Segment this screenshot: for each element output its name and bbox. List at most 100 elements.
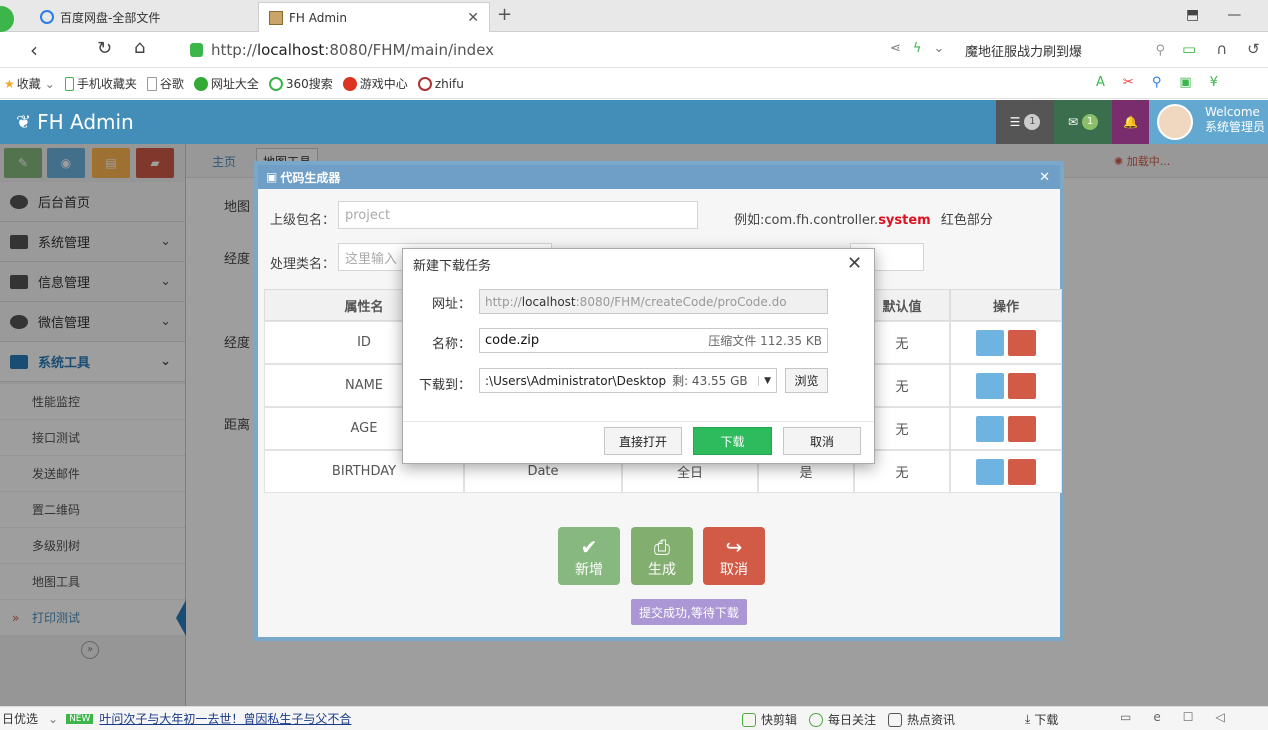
edit-button[interactable]: [976, 458, 1004, 485]
generate-button[interactable]: ⎙ 生成: [631, 527, 693, 585]
tab-baidu-pan[interactable]: 百度网盘-全部文件: [30, 2, 256, 32]
download-url-field: http://localhost:8080/FHM/createCode/pro…: [479, 289, 828, 314]
news-badge: NEW: [66, 713, 94, 724]
address-toolbar: ‹ ↻ ⌂ http://localhost:8080/FHM/main/ind…: [0, 32, 1268, 68]
edit-button[interactable]: [976, 329, 1004, 356]
delete-button[interactable]: [1008, 458, 1036, 485]
dropdown-arrow-icon[interactable]: ▼: [758, 375, 771, 386]
zhifu-icon: [417, 76, 432, 91]
yen-icon[interactable]: ¥: [1210, 75, 1218, 90]
quick-edit-button[interactable]: 快剪辑: [742, 711, 797, 728]
restore-icon[interactable]: ☐: [1183, 710, 1194, 724]
status-items: 快剪辑 每日关注 热点资讯 ⤓ 下载: [742, 711, 1070, 728]
package-example: 例如:com.fh.controller.system 红色部分: [734, 213, 993, 228]
bell-icon: 🔔: [1123, 115, 1138, 129]
app-navbar: ❦ FH Admin ☰ 1 ✉ 1 🔔 Welcome 系统管理员: [0, 100, 1268, 144]
app-brand[interactable]: ❦ FH Admin: [16, 110, 134, 134]
page-icon: [146, 76, 157, 91]
fh-admin-favicon-icon: [269, 10, 283, 25]
bookmark-zhifu[interactable]: zhifu: [417, 76, 464, 91]
reload-icon[interactable]: ↻: [97, 38, 112, 59]
dialog-title: 新建下载任务: [413, 259, 492, 274]
browse-button[interactable]: 浏览: [785, 368, 828, 393]
search-box[interactable]: 魔地征服战力刷到爆 ⚲: [965, 37, 1165, 63]
baidu-pan-icon: [40, 10, 54, 24]
shirt-icon[interactable]: ⬒: [1186, 7, 1199, 23]
download-button[interactable]: 下载: [693, 427, 772, 455]
browser-tab-bar: 百度网盘-全部文件 FH Admin ✕ + ⬒ — ☐: [0, 0, 1268, 32]
edit-button[interactable]: [976, 415, 1004, 442]
scissors-icon[interactable]: ✂: [1123, 75, 1134, 90]
search-icon[interactable]: ⚲: [1155, 43, 1165, 58]
messages-button[interactable]: ✉ 1: [1054, 100, 1112, 144]
delete-button[interactable]: [1008, 329, 1036, 356]
star-icon: ★: [4, 76, 15, 91]
share-icon: ↪: [725, 535, 743, 559]
url-label: 网址：: [431, 297, 471, 312]
bookmark-mobile[interactable]: 手机收藏夹: [64, 75, 137, 92]
browser-status-bar: 日优选 ⌄ NEW 叶问次子与大年初一去世！曾因私生子与父不合 快剪辑 每日关注…: [0, 706, 1268, 730]
delete-button[interactable]: [1008, 415, 1036, 442]
news-icon: [888, 712, 903, 727]
minimize-icon[interactable]: —: [1227, 7, 1241, 23]
magnifier-icon[interactable]: ⚲: [1152, 75, 1162, 90]
hot-news-button[interactable]: 热点资讯: [888, 711, 955, 728]
bookmark-favorites[interactable]: ★ 收藏 ⌄: [4, 75, 55, 92]
download-dialog: 新建下载任务 ✕ 网址： http://localhost:8080/FHM/c…: [402, 248, 875, 464]
home-icon[interactable]: ⌂: [134, 37, 145, 58]
news-link[interactable]: 叶问次子与大年初一去世！曾因私生子与父不合: [99, 710, 351, 727]
headphones-icon[interactable]: ∩: [1216, 40, 1227, 58]
extension-icons: A ✂ ⚲ ▣ ¥: [1096, 75, 1218, 90]
close-icon[interactable]: ✕: [847, 253, 862, 274]
back-icon[interactable]: ‹: [30, 38, 38, 62]
add-button[interactable]: ✔ 新增: [558, 527, 620, 585]
bookmark-games[interactable]: 游戏中心: [342, 75, 408, 92]
check-icon: ✔: [580, 535, 598, 559]
quick-edit-icon: [742, 712, 756, 727]
browser-logo-icon: [0, 6, 14, 32]
cancel-button[interactable]: ↪ 取消: [703, 527, 765, 585]
open-direct-button[interactable]: 直接打开: [604, 427, 682, 455]
tab-fh-admin[interactable]: FH Admin ✕: [258, 2, 490, 32]
close-tab-icon[interactable]: ✕: [467, 10, 479, 26]
tasks-button[interactable]: ☰ 1: [996, 100, 1054, 144]
translate-icon[interactable]: A: [1096, 75, 1105, 90]
new-tab-icon[interactable]: +: [497, 4, 512, 25]
bookmark-360[interactable]: 360搜索: [268, 75, 333, 92]
notifications-button[interactable]: 🔔: [1112, 100, 1149, 144]
daily-focus-button[interactable]: 每日关注: [809, 711, 876, 728]
code-generator-title-bar: ▣ 代码生成器 ✕: [258, 165, 1060, 189]
game-icon: [342, 76, 357, 91]
bookmark-google[interactable]: 谷歌: [146, 75, 184, 92]
destination-select[interactable]: :\Users\Administrator\Desktop 剩: 43.55 G…: [479, 368, 777, 393]
filename-input[interactable]: code.zip 压缩文件 112.35 KB: [479, 328, 828, 353]
lightning-icon[interactable]: ϟ: [913, 41, 922, 56]
envelope-icon: ✉: [1067, 115, 1079, 129]
class-label: 处理类名：: [270, 257, 336, 272]
undo-icon[interactable]: ↺: [1247, 40, 1260, 58]
tasks-icon: ☰: [1009, 115, 1021, 129]
chevron-down-icon[interactable]: ⌄: [933, 41, 944, 56]
chevron-down-icon: ⌄: [44, 76, 55, 91]
share-icon[interactable]: ⋖: [890, 41, 901, 56]
cancel-download-button[interactable]: 取消: [783, 427, 861, 455]
gamepad-icon[interactable]: ▣: [1179, 75, 1191, 90]
dialog-divider: [403, 421, 874, 422]
battery-icon[interactable]: ▭: [1182, 40, 1196, 58]
status-download-button[interactable]: ⤓ 下载: [1025, 711, 1058, 728]
bookmark-sites[interactable]: 网址大全: [193, 75, 259, 92]
ie-icon[interactable]: e: [1153, 710, 1160, 724]
column-header: 操作: [950, 289, 1062, 321]
secure-shield-icon: [190, 43, 203, 57]
edit-button[interactable]: [976, 372, 1004, 399]
package-label: 上级包名：: [270, 213, 336, 228]
close-icon[interactable]: ✕: [1039, 170, 1050, 185]
chevron-down-icon[interactable]: ⌄: [48, 712, 58, 726]
window-icon[interactable]: ▭: [1120, 710, 1131, 724]
package-input[interactable]: project: [338, 201, 698, 229]
delete-button[interactable]: [1008, 372, 1036, 399]
toolbar-right: ▭ ∩ ↺: [1182, 40, 1260, 58]
url-bar[interactable]: http://localhost:8080/FHM/main/index: [190, 36, 950, 64]
leaf-icon: ❦: [16, 111, 32, 133]
volume-icon[interactable]: ◁: [1216, 710, 1225, 724]
